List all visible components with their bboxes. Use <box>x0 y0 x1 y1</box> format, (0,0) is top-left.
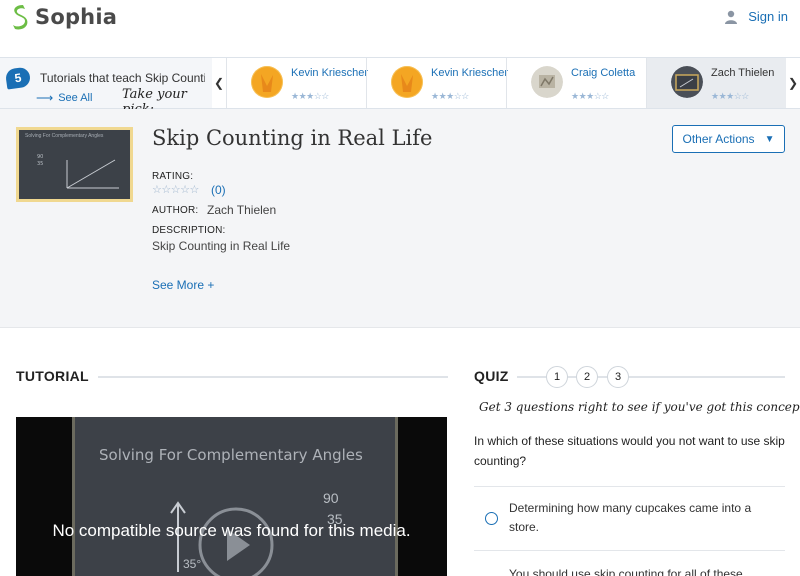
quiz-heading: QUIZ <box>474 368 509 384</box>
quiz-step-1[interactable]: 1 <box>546 366 568 388</box>
video-error-message: No compatible source was found for this … <box>52 521 411 540</box>
card-author-name: Craig Coletta <box>571 67 636 79</box>
author-avatar <box>531 66 563 98</box>
chevron-right-icon[interactable]: ❯ <box>786 58 800 108</box>
author-avatar <box>671 66 703 98</box>
card-rating: ★★★☆☆ <box>571 91 609 101</box>
sign-in-label: Sign in <box>748 9 788 24</box>
site-header: Sophia Sign in <box>0 0 800 56</box>
svg-text:35: 35 <box>37 161 43 167</box>
person-icon <box>725 10 738 24</box>
answer-text: You should use skip counting for all of … <box>509 567 743 576</box>
tutorial-divider <box>98 376 448 378</box>
board-number: 35° <box>183 557 202 571</box>
tutorial-card[interactable]: Craig Coletta ★★★☆☆ <box>506 58 646 108</box>
quiz-hint: Get 3 questions right to see if you've g… <box>479 400 800 414</box>
tutorial-card-active[interactable]: Zach Thielen ★★★☆☆ <box>646 58 786 108</box>
tutorial-summary: Solving For Complementary Angles 90 35 S… <box>0 109 800 328</box>
sign-in-link[interactable]: Sign in <box>724 9 788 24</box>
card-author-name: Kevin Kriescher <box>291 67 369 79</box>
tutorial-thumbnail[interactable]: Solving For Complementary Angles 90 35 <box>16 127 133 202</box>
other-actions-label: Other Actions <box>682 132 755 146</box>
see-more-link[interactable]: See More + <box>152 278 214 292</box>
sophia-logo-icon <box>13 5 28 30</box>
brand-name: Sophia <box>35 5 118 29</box>
svg-text:90: 90 <box>37 154 43 160</box>
tutorial-heading: TUTORIAL <box>16 368 89 384</box>
strip-intro: 5 Tutorials that teach Skip Counting in … <box>0 58 212 117</box>
answer-text: Determining how many cupcakes came into … <box>509 501 752 534</box>
see-all-label: See All <box>58 92 93 104</box>
see-all-link[interactable]: ⟶ See All <box>36 91 92 105</box>
board-number: 90 <box>323 490 339 506</box>
author-label: AUTHOR: <box>152 205 199 216</box>
author-avatar <box>251 66 283 98</box>
rating-count: (0) <box>211 183 226 197</box>
description-label: DESCRIPTION: <box>152 225 226 236</box>
quiz-question: In which of these situations would you n… <box>474 434 785 468</box>
card-author-name: Zach Thielen <box>711 67 775 79</box>
author-avatar <box>391 66 423 98</box>
card-rating: ★★★☆☆ <box>291 91 329 101</box>
chevron-left-icon[interactable]: ❮ <box>212 58 226 108</box>
tutorial-card[interactable]: Kevin Kriescher ★★★☆☆ <box>366 58 509 108</box>
other-actions-button[interactable]: Other Actions ▼ <box>672 125 785 153</box>
chalkboard-frame: Solving For Complementary Angles 90 35 3… <box>72 417 398 576</box>
quiz-step-2[interactable]: 2 <box>576 366 598 388</box>
rating-stars[interactable]: ☆☆☆☆☆ <box>152 183 199 196</box>
quiz-answer-option[interactable]: You should use skip counting for all of … <box>474 550 785 576</box>
chalkboard-image: Solving For Complementary Angles 90 35 <box>19 130 130 199</box>
page-title: Skip Counting in Real Life <box>152 126 433 150</box>
quiz-answer-option[interactable]: Determining how many cupcakes came into … <box>474 486 785 550</box>
video-player[interactable]: Solving For Complementary Angles 90 35 3… <box>16 417 447 576</box>
strip-intro-text: Tutorials that teach Skip Counting in Re… <box>40 71 205 85</box>
sophia-logo[interactable]: Sophia <box>10 4 117 30</box>
chevron-down-icon: ▼ <box>764 133 775 145</box>
arrow-right-icon: ⟶ <box>36 91 54 105</box>
card-author-name: Kevin Kriescher <box>431 67 509 79</box>
tutorial-card[interactable]: Kevin Kriescher ★★★☆☆ <box>226 58 369 108</box>
tutorials-strip: 5 Tutorials that teach Skip Counting in … <box>0 57 800 117</box>
rating-label: RATING: <box>152 171 194 182</box>
quiz-step-3[interactable]: 3 <box>607 366 629 388</box>
card-rating: ★★★☆☆ <box>711 91 749 101</box>
author-name: Zach Thielen <box>207 203 277 217</box>
tutorial-count-badge: 5 <box>4 66 32 90</box>
card-rating: ★★★☆☆ <box>431 91 469 101</box>
description-text: Skip Counting in Real Life <box>152 239 291 253</box>
radio-button[interactable] <box>485 512 498 525</box>
